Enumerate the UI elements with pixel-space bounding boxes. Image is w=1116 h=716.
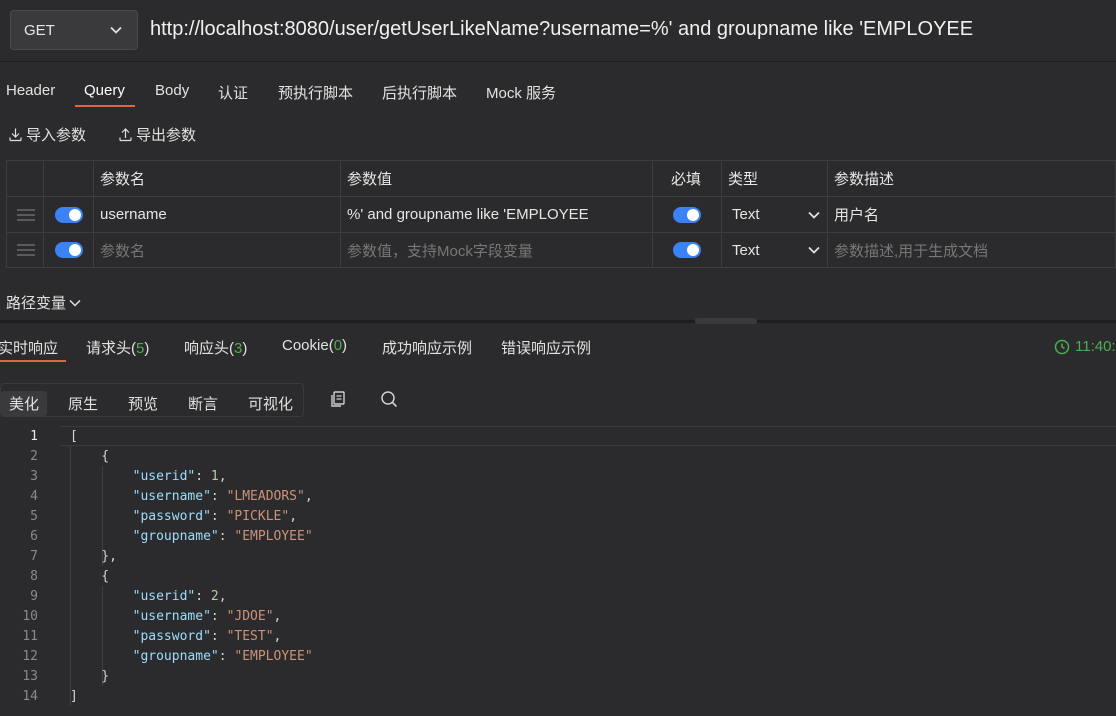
view-raw[interactable]: 原生	[68, 393, 98, 414]
drag-handle[interactable]	[7, 197, 44, 232]
drag-handle-icon	[17, 244, 35, 256]
required-toggle[interactable]	[673, 242, 701, 258]
tab-header[interactable]: Header	[6, 82, 55, 99]
view-mode-bar: 美化 原生 预览 断言 可视化	[0, 383, 304, 417]
view-beautify[interactable]: 美化	[1, 391, 48, 416]
col-name-header: 参数名	[94, 161, 341, 196]
table-row: username %' and groupname like 'EMPLOYEE…	[7, 197, 1116, 233]
chevron-down-icon	[808, 246, 820, 254]
chevron-down-icon	[808, 211, 820, 219]
code-line: 8 {	[30, 569, 110, 584]
param-desc-input[interactable]: 用户名	[828, 197, 1116, 232]
method-label: GET	[24, 21, 55, 39]
view-visualize[interactable]: 可视化	[248, 393, 293, 414]
table-header-row: 参数名 参数值 必填 类型 参数描述	[7, 161, 1116, 197]
view-assert[interactable]: 断言	[188, 393, 218, 414]
params-table: 参数名 参数值 必填 类型 参数描述 username %' and group…	[6, 160, 1116, 268]
chevron-down-icon	[110, 26, 122, 34]
export-params-button[interactable]: 导出参数	[118, 124, 196, 145]
table-row: 参数名 参数值，支持Mock字段变量 Text 参数描述,用于生成文档	[7, 233, 1116, 267]
code-line: 7 },	[30, 549, 117, 564]
code-line: 1 [	[0, 426, 1116, 446]
tab-mock-service[interactable]: Mock 服务	[486, 82, 556, 103]
type-select-value: Text	[732, 206, 760, 223]
import-params-button[interactable]: 导入参数	[8, 124, 86, 145]
tab-error-example[interactable]: 错误响应示例	[501, 337, 591, 358]
panel-divider	[0, 320, 1116, 323]
request-tabs: Header Query Body 认证 预执行脚本 后执行脚本 Mock 服务	[0, 66, 1116, 112]
tab-auth[interactable]: 认证	[218, 82, 248, 103]
url-bar: GET http://localhost:8080/user/getUserLi…	[0, 0, 1116, 62]
code-line: 3 "userid": 1,	[30, 469, 227, 484]
copy-icon[interactable]	[329, 390, 347, 408]
type-select[interactable]: Text	[722, 197, 828, 232]
active-tab-indicator	[75, 105, 135, 107]
code-line: 10 "username": "JDOE",	[22, 609, 282, 624]
search-icon[interactable]	[380, 390, 398, 408]
path-variable-label: 路径变量	[6, 295, 67, 312]
resize-handle[interactable]	[695, 318, 757, 324]
enable-toggle[interactable]	[55, 242, 83, 258]
tab-realtime-response[interactable]: 实时响应	[0, 337, 58, 358]
current-line-highlight	[60, 426, 1116, 446]
download-icon	[9, 128, 22, 142]
export-params-label: 导出参数	[136, 127, 197, 144]
code-line: 6 "groupname": "EMPLOYEE"	[30, 529, 313, 544]
col-required-header: 必填	[653, 161, 722, 196]
response-time: 11:40:	[1054, 338, 1116, 355]
code-line: 5 "password": "PICKLE",	[30, 509, 298, 524]
active-response-tab-indicator	[0, 360, 66, 362]
param-value-input[interactable]: 参数值，支持Mock字段变量	[341, 233, 653, 267]
clock-icon	[1054, 339, 1070, 354]
required-toggle[interactable]	[673, 206, 701, 223]
url-input[interactable]: http://localhost:8080/user/getUserLikeNa…	[150, 18, 973, 41]
chevron-down-icon	[69, 299, 81, 307]
tab-cookie[interactable]: Cookie(0)	[282, 337, 347, 354]
upload-icon	[119, 128, 132, 142]
param-name-input[interactable]: username	[94, 197, 341, 232]
cookie-count: 0	[333, 337, 343, 354]
drag-handle[interactable]	[7, 233, 44, 267]
tab-query[interactable]: Query	[84, 82, 125, 99]
path-variable-toggle[interactable]: 路径变量	[6, 292, 82, 313]
response-body[interactable]: 1 [ 2 { 3 "userid": 1, 4 "username": "LM…	[0, 426, 1116, 716]
code-line: 9 "userid": 2,	[30, 589, 227, 604]
col-type-header: 类型	[722, 161, 828, 196]
param-name-input[interactable]: 参数名	[94, 233, 341, 267]
code-line: 11 "password": "TEST",	[22, 629, 282, 644]
code-line: 2 {	[30, 449, 110, 464]
col-desc-header: 参数描述	[834, 171, 895, 188]
tab-body[interactable]: Body	[155, 82, 189, 99]
tab-post-script[interactable]: 后执行脚本	[382, 82, 457, 103]
import-params-label: 导入参数	[26, 127, 87, 144]
tab-success-example[interactable]: 成功响应示例	[382, 337, 472, 358]
code-line: 4 "username": "LMEADORS",	[30, 489, 313, 504]
method-select[interactable]: GET	[10, 10, 138, 50]
param-desc-input[interactable]: 参数描述,用于生成文档	[828, 233, 1116, 267]
col-value-header: 参数值	[341, 161, 653, 196]
code-line: 13 }	[22, 669, 110, 684]
param-value-input[interactable]: %' and groupname like 'EMPLOYEE	[341, 197, 653, 232]
tab-request-headers[interactable]: 请求头(5)	[86, 337, 149, 358]
type-select-value: Text	[732, 241, 760, 259]
drag-handle-icon	[17, 208, 35, 221]
enable-toggle[interactable]	[55, 206, 83, 223]
code-line: 12 "groupname": "EMPLOYEE"	[22, 649, 313, 664]
view-preview[interactable]: 预览	[128, 393, 158, 414]
response-time-value: 11:40:	[1075, 338, 1116, 355]
tab-response-headers[interactable]: 响应头(3)	[184, 337, 247, 358]
code-line: 14 ]	[22, 689, 78, 704]
tab-pre-script[interactable]: 预执行脚本	[278, 82, 353, 103]
type-select[interactable]: Text	[722, 233, 828, 267]
